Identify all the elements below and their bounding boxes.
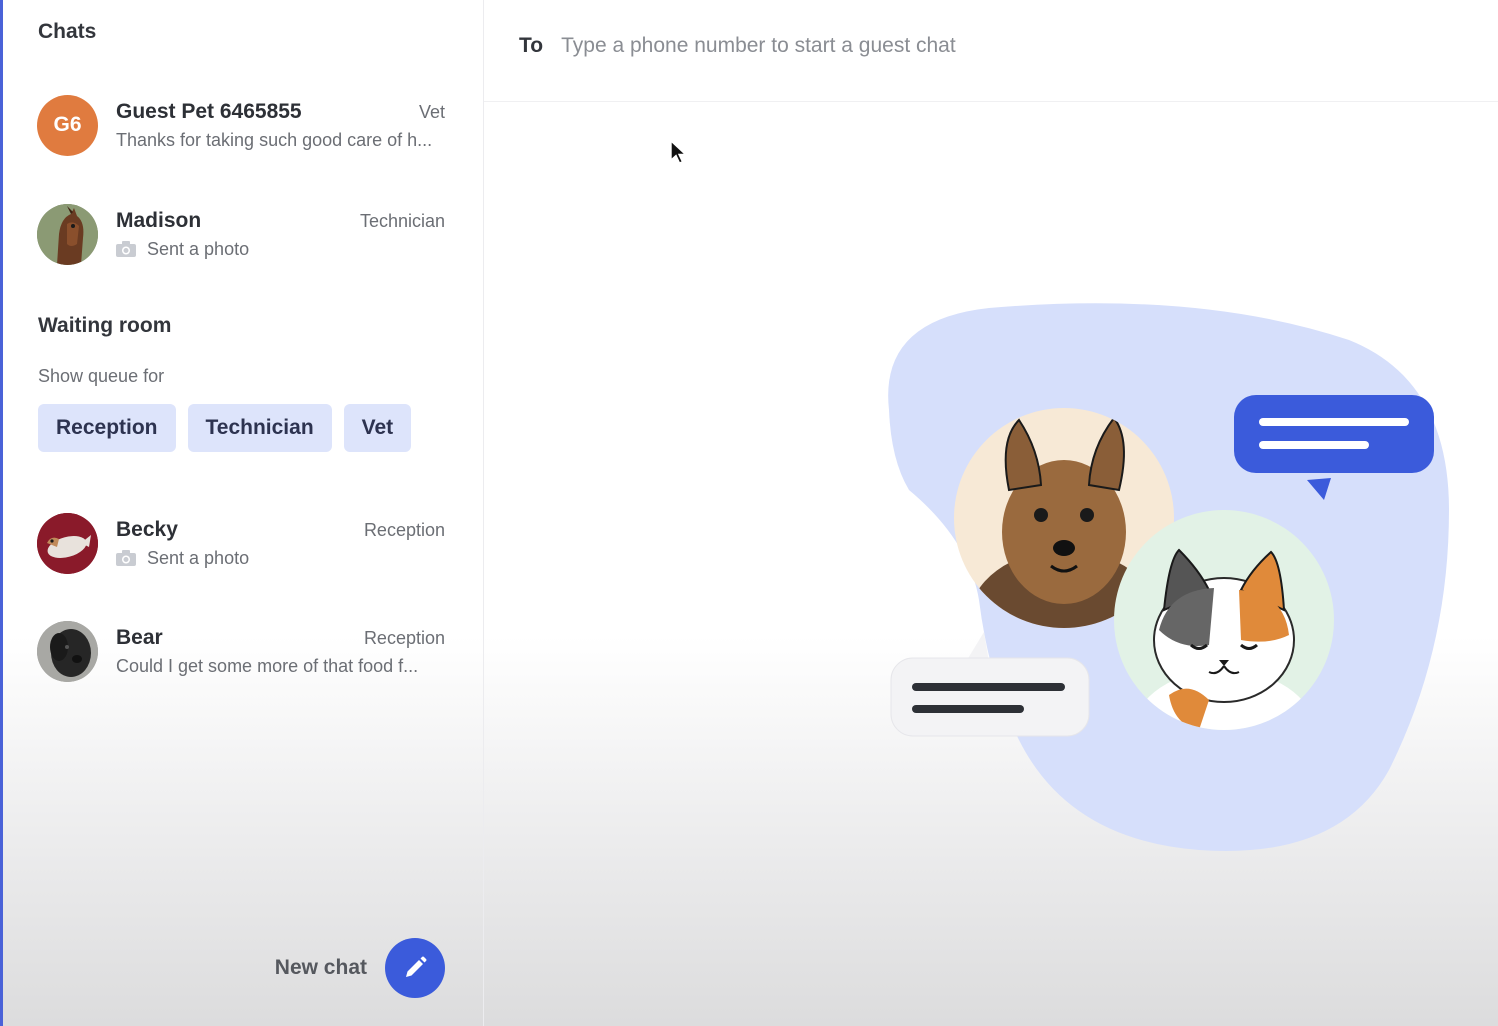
- queue-filter-chips: Reception Technician Vet: [38, 404, 412, 452]
- horse-avatar-image: [37, 203, 98, 265]
- avatar-guest: G6: [37, 94, 98, 156]
- black-dog-avatar-image: [37, 620, 98, 682]
- chat-name: Bear: [116, 625, 163, 649]
- chat-preview: Sent a photo: [147, 547, 250, 568]
- chat-item-guest-pet[interactable]: G6 Guest Pet 6465855 Vet Thanks for taki…: [37, 94, 445, 156]
- phone-number-input[interactable]: [561, 33, 1262, 58]
- avatar-becky: [37, 512, 98, 574]
- chat-role: Reception: [363, 519, 445, 540]
- dog-avatar-image: [37, 512, 98, 574]
- waiting-item-bear[interactable]: Bear Reception Could I get some more of …: [37, 620, 445, 682]
- new-chat-button[interactable]: [385, 938, 445, 998]
- waiting-item-becky[interactable]: Becky Reception Sent a photo: [37, 512, 445, 574]
- empty-state-illustration: [888, 303, 1449, 851]
- avatar-madison: [37, 203, 98, 265]
- chats-title: Chats: [38, 20, 97, 43]
- recipient-bar: To: [484, 0, 1498, 102]
- chat-name: Becky: [116, 517, 178, 541]
- queue-chip-reception[interactable]: Reception: [38, 404, 176, 452]
- camera-icon: [116, 550, 136, 566]
- chat-item-madison[interactable]: Madison Technician Sent a photo: [37, 203, 445, 265]
- main-panel: To: [484, 0, 1498, 1026]
- chat-role: Vet: [418, 101, 445, 122]
- camera-icon: [116, 241, 136, 257]
- waiting-room-title: Waiting room: [38, 314, 172, 337]
- avatar-bear: [37, 620, 98, 682]
- sidebar: Chats G6 Guest Pet 6465855 Vet Thanks fo…: [0, 0, 484, 1026]
- app-window: Chats G6 Guest Pet 6465855 Vet Thanks fo…: [0, 0, 1498, 1026]
- to-label: To: [519, 33, 544, 57]
- chat-preview: Thanks for taking such good care of h...: [116, 129, 433, 150]
- new-chat-label[interactable]: New chat: [275, 956, 367, 980]
- avatar-initials: G6: [53, 113, 82, 136]
- new-chat: New chat: [275, 938, 445, 998]
- chat-role: Reception: [363, 627, 445, 648]
- chat-name: Madison: [116, 208, 202, 232]
- mouse-cursor-icon: [670, 140, 688, 164]
- queue-chip-technician[interactable]: Technician: [187, 404, 332, 452]
- chat-preview: Sent a photo: [147, 238, 250, 259]
- queue-label: Show queue for: [38, 366, 165, 386]
- chat-preview: Could I get some more of that food f...: [116, 655, 419, 676]
- pencil-icon: [406, 956, 427, 977]
- chat-name: Guest Pet 6465855: [116, 99, 302, 123]
- chat-role: Technician: [359, 210, 445, 231]
- queue-chip-vet[interactable]: Vet: [343, 404, 412, 452]
